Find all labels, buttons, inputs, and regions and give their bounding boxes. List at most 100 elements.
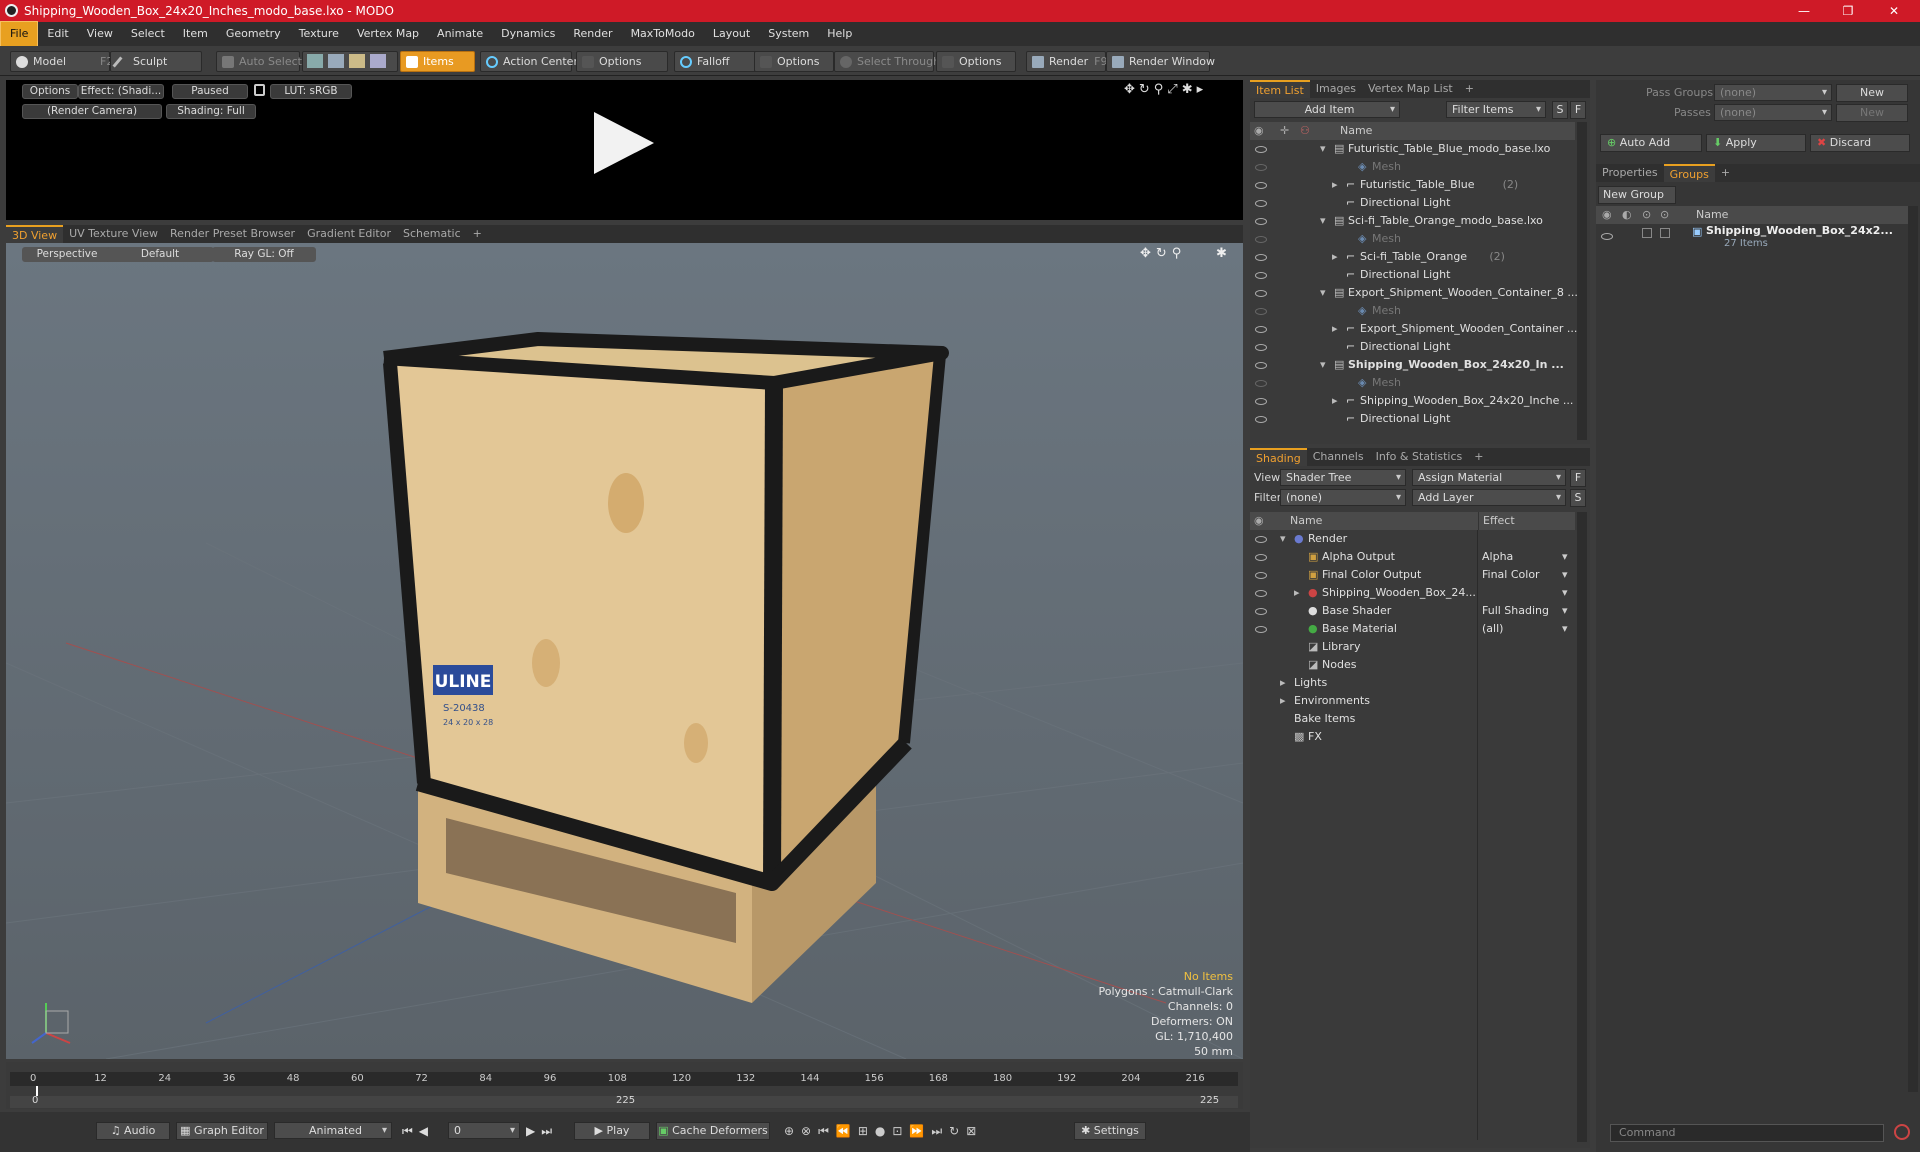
visibility-eye-icon[interactable]: [1255, 344, 1267, 351]
shading-tab-channels[interactable]: Channels: [1307, 448, 1370, 466]
visibility-eye-icon[interactable]: [1255, 272, 1267, 279]
item-list-row[interactable]: ⌐ Directional Light: [1250, 410, 1575, 428]
visibility-eye-icon[interactable]: [1255, 254, 1267, 261]
item-list-row[interactable]: ▾ ▤ Shipping_Wooden_Box_24x20_In ...: [1250, 356, 1575, 374]
itemlist-tab-[interactable]: +: [1459, 80, 1480, 98]
visibility-eye-icon[interactable]: [1255, 590, 1267, 597]
viewport-tab-uv-texture-view[interactable]: UV Texture View: [63, 225, 164, 243]
menu-system[interactable]: System: [759, 22, 818, 46]
item-list-s-button[interactable]: S: [1552, 101, 1568, 119]
right-tab-groups[interactable]: Groups: [1663, 164, 1715, 182]
discard-button[interactable]: ✖ Discard: [1810, 134, 1910, 152]
menu-geometry[interactable]: Geometry: [217, 22, 290, 46]
select-checkbox[interactable]: [1660, 228, 1670, 238]
shading-tab-shading[interactable]: Shading: [1250, 448, 1307, 466]
item-list-row[interactable]: ⌐ Directional Light: [1250, 194, 1575, 212]
shader-effect-value[interactable]: Full Shading: [1482, 602, 1549, 620]
item-list-row[interactable]: ◈ Mesh: [1250, 374, 1575, 392]
visibility-eye-icon[interactable]: [1255, 218, 1267, 225]
itemlist-tab-item-list[interactable]: Item List: [1250, 80, 1310, 98]
audio-button[interactable]: ♫ Audio: [96, 1122, 170, 1140]
shader-tree-row[interactable]: Bake Items: [1250, 710, 1575, 728]
viewport-tab-schematic[interactable]: Schematic: [397, 225, 467, 243]
shader-tree-row[interactable]: ◪ Library: [1250, 638, 1575, 656]
visibility-eye-icon[interactable]: [1255, 536, 1267, 543]
new-pass-button[interactable]: New: [1836, 104, 1908, 122]
itemlist-tab-vertex-map-list[interactable]: Vertex Map List: [1362, 80, 1459, 98]
view-dropdown[interactable]: Shader Tree: [1280, 469, 1406, 486]
item-list-row[interactable]: ▸ ⌐ Sci-fi_Table_Orange (2): [1250, 248, 1575, 266]
command-history-icon[interactable]: [1894, 1124, 1910, 1140]
visibility-eye-icon[interactable]: [1255, 362, 1267, 369]
preview-effect[interactable]: Effect: (Shadi...: [78, 84, 164, 99]
vertices-icon[interactable]: [307, 54, 323, 68]
shading-f-button[interactable]: F: [1570, 469, 1586, 487]
lock-checkbox[interactable]: [1642, 228, 1652, 238]
menu-view[interactable]: View: [78, 22, 122, 46]
add-layer-dropdown[interactable]: Add Layer: [1412, 489, 1566, 506]
render-window-button[interactable]: Render Window: [1106, 51, 1215, 72]
groups-scrollbar[interactable]: [1908, 206, 1918, 1092]
visibility-eye-icon[interactable]: [1255, 164, 1267, 171]
shader-tree-row[interactable]: ▩ FX: [1250, 728, 1575, 746]
item-list-row[interactable]: ▾ ▤ Sci-fi_Table_Orange_modo_base.lxo: [1250, 212, 1575, 230]
filter-dropdown[interactable]: (none): [1280, 489, 1406, 506]
collapse-arrow-icon[interactable]: ▾: [1320, 212, 1326, 230]
item-list-row[interactable]: ◈ Mesh: [1250, 302, 1575, 320]
shader-effect-value[interactable]: (all): [1482, 620, 1503, 638]
render-column-icon[interactable]: ⚇: [1300, 122, 1310, 140]
filter-items-input[interactable]: Filter Items: [1446, 101, 1546, 118]
menu-maxtomodo[interactable]: MaxToModo: [622, 22, 704, 46]
pass-groups-dropdown[interactable]: (none): [1714, 84, 1832, 101]
shading-s-button[interactable]: S: [1570, 489, 1586, 507]
expand-arrow-icon[interactable]: ▸: [1280, 692, 1286, 710]
close-button[interactable]: ✕: [1872, 0, 1916, 22]
apply-button[interactable]: ⬇ Apply: [1706, 134, 1806, 152]
shading-tab-[interactable]: +: [1468, 448, 1489, 466]
viewport-tab-[interactable]: +: [467, 225, 488, 243]
select-through-options[interactable]: Options: [936, 51, 1016, 72]
shader-tree-row[interactable]: ● Base Material (all) ▾: [1250, 620, 1575, 638]
falloff-button[interactable]: Falloff: [674, 51, 758, 72]
item-list-row[interactable]: ▾ ▤ Futuristic_Table_Blue_modo_base.lxo: [1250, 140, 1575, 158]
shader-effect-value[interactable]: Final Color: [1482, 566, 1540, 584]
expand-arrow-icon[interactable]: ▸: [1332, 248, 1338, 266]
minimize-button[interactable]: —: [1782, 0, 1826, 22]
shader-tree-row[interactable]: ▸ Environments: [1250, 692, 1575, 710]
cache-deformers-button[interactable]: ▣ Cache Deformers: [656, 1122, 770, 1140]
visibility-column-icon[interactable]: ◉: [1254, 512, 1264, 530]
shader-tree-row[interactable]: ▣ Alpha Output Alpha ▾: [1250, 548, 1575, 566]
item-list-scrollbar[interactable]: [1577, 122, 1587, 440]
right-tab-properties[interactable]: Properties: [1596, 164, 1664, 182]
frame-input[interactable]: 0: [448, 1122, 520, 1139]
viewport-tab-gradient-editor[interactable]: Gradient Editor: [301, 225, 397, 243]
shader-tree-row[interactable]: ▾ ● Render: [1250, 530, 1575, 548]
visibility-eye-icon[interactable]: [1255, 398, 1267, 405]
visibility-eye-icon[interactable]: [1255, 308, 1267, 315]
visibility-eye-icon[interactable]: [1255, 290, 1267, 297]
shader-tree-scrollbar[interactable]: [1577, 512, 1587, 1142]
shader-tree-row[interactable]: ◪ Nodes: [1250, 656, 1575, 674]
action-center-options[interactable]: Options: [576, 51, 668, 72]
shading-tab-info-statistics[interactable]: Info & Statistics: [1370, 448, 1469, 466]
select-through-button[interactable]: Select Through: [834, 51, 940, 72]
preview-options[interactable]: Options: [22, 84, 78, 99]
play-button[interactable]: ▶ Play: [574, 1122, 650, 1140]
polygons-icon[interactable]: [349, 54, 365, 68]
new-pass-group-button[interactable]: New: [1836, 84, 1908, 102]
preview-paused[interactable]: Paused: [172, 84, 248, 99]
expand-arrow-icon[interactable]: ▸: [1332, 320, 1338, 338]
menu-file[interactable]: File: [0, 21, 39, 47]
sculpt-button[interactable]: Sculpt: [110, 51, 202, 72]
shader-tree-row[interactable]: ● Base Shader Full Shading ▾: [1250, 602, 1575, 620]
visibility-eye-icon[interactable]: [1255, 626, 1267, 633]
item-list-row[interactable]: ▾ ▤ Export_Shipment_Wooden_Container_8 ...: [1250, 284, 1578, 302]
new-group-button[interactable]: New Group: [1598, 186, 1676, 204]
shader-effect-column[interactable]: Effect: [1478, 512, 1515, 530]
animated-dropdown[interactable]: Animated: [274, 1122, 392, 1139]
preview-tools-icons[interactable]: ✥↻⚲⤢✱▸: [1124, 82, 1207, 97]
menu-render[interactable]: Render: [564, 22, 621, 46]
preview-shading[interactable]: Shading: Full: [166, 104, 256, 119]
visibility-eye-icon[interactable]: [1255, 572, 1267, 579]
3d-viewport[interactable]: Perspective Default Ray GL: Off ✥↻⚲ ✱ UL…: [6, 243, 1243, 1059]
